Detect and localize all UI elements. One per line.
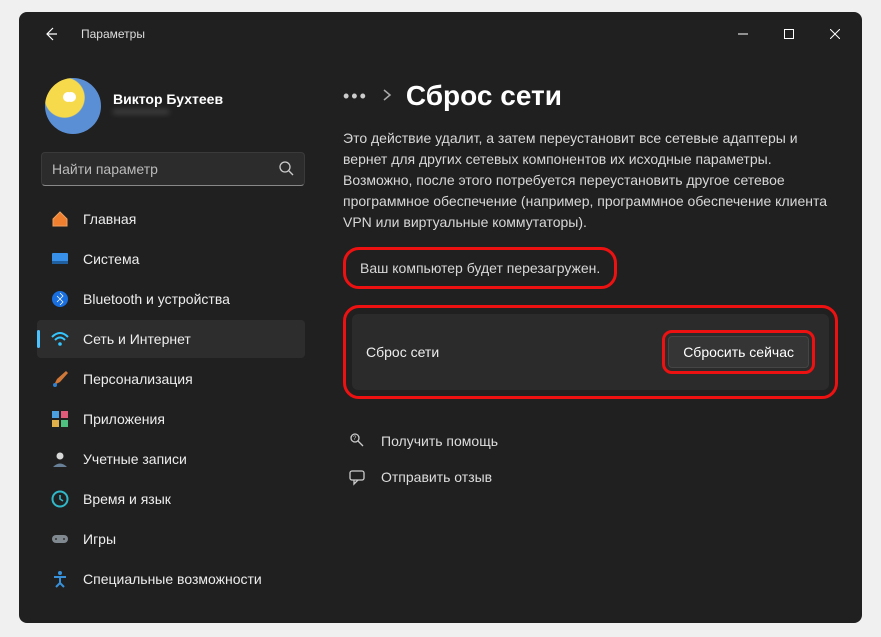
sidebar-item-apps[interactable]: Приложения xyxy=(37,400,305,438)
sidebar-item-label: Специальные возможности xyxy=(83,571,262,587)
close-button[interactable] xyxy=(812,18,858,50)
sidebar-item-gaming[interactable]: Игры xyxy=(37,520,305,558)
footer-link-label: Отправить отзыв xyxy=(381,469,492,485)
window-controls xyxy=(720,18,858,50)
bluetooth-icon xyxy=(51,290,69,308)
sidebar-item-label: Сеть и Интернет xyxy=(83,331,191,347)
sidebar-item-network[interactable]: Сеть и Интернет xyxy=(37,320,305,358)
settings-window: Параметры Виктор Бухтеев ************ xyxy=(19,12,862,623)
sidebar-item-label: Персонализация xyxy=(83,371,193,387)
sidebar-item-bluetooth[interactable]: Bluetooth и устройства xyxy=(37,280,305,318)
search-box[interactable] xyxy=(41,152,305,186)
window-title: Параметры xyxy=(81,27,145,41)
reset-button-highlight: Сбросить сейчас xyxy=(662,330,815,374)
maximize-icon xyxy=(784,29,794,39)
breadcrumb: ••• Сброс сети xyxy=(343,80,838,112)
arrow-left-icon xyxy=(43,26,59,42)
sidebar-item-label: Bluetooth и устройства xyxy=(83,291,230,307)
system-icon xyxy=(51,250,69,268)
chevron-right-icon xyxy=(382,88,392,104)
reset-now-button[interactable]: Сбросить сейчас xyxy=(668,336,809,368)
back-button[interactable] xyxy=(31,14,71,54)
apps-icon xyxy=(51,410,69,428)
minimize-button[interactable] xyxy=(720,18,766,50)
sidebar-item-label: Главная xyxy=(83,211,136,227)
breadcrumb-overflow-button[interactable]: ••• xyxy=(343,87,368,105)
profile-block[interactable]: Виктор Бухтеев ************ xyxy=(37,66,309,152)
nav-list: Главная Система Bluetooth и устройства С… xyxy=(37,200,309,598)
sidebar-item-home[interactable]: Главная xyxy=(37,200,305,238)
sidebar-item-system[interactable]: Система xyxy=(37,240,305,278)
minimize-icon xyxy=(738,29,748,39)
titlebar: Параметры xyxy=(19,12,862,56)
sidebar: Виктор Бухтеев ************ Главная Сист… xyxy=(19,56,319,623)
reset-card: Сброс сети Сбросить сейчас xyxy=(352,314,829,390)
help-icon: ? xyxy=(347,431,367,451)
sidebar-item-label: Система xyxy=(83,251,139,267)
description-text: Это действие удалит, а затем переустанов… xyxy=(343,128,838,233)
close-icon xyxy=(830,29,840,39)
restart-warning: Ваш компьютер будет перезагружен. xyxy=(343,247,617,289)
sidebar-item-label: Приложения xyxy=(83,411,165,427)
page-title: Сброс сети xyxy=(406,80,562,112)
sidebar-item-accessibility[interactable]: Специальные возможности xyxy=(37,560,305,598)
search-icon xyxy=(278,160,294,179)
sidebar-item-label: Игры xyxy=(83,531,116,547)
sidebar-item-label: Время и язык xyxy=(83,491,171,507)
sidebar-item-personalization[interactable]: Персонализация xyxy=(37,360,305,398)
content-pane: ••• Сброс сети Это действие удалит, а за… xyxy=(319,56,862,623)
gamepad-icon xyxy=(51,530,69,548)
person-icon xyxy=(51,450,69,468)
sidebar-item-label: Учетные записи xyxy=(83,451,187,467)
clock-icon xyxy=(51,490,69,508)
profile-email: ************ xyxy=(113,107,223,121)
get-help-link[interactable]: ? Получить помощь xyxy=(343,423,838,459)
profile-name: Виктор Бухтеев xyxy=(113,91,223,107)
footer-link-label: Получить помощь xyxy=(381,433,498,449)
sidebar-item-accounts[interactable]: Учетные записи xyxy=(37,440,305,478)
maximize-button[interactable] xyxy=(766,18,812,50)
sidebar-item-time-language[interactable]: Время и язык xyxy=(37,480,305,518)
accessibility-icon xyxy=(51,570,69,588)
feedback-link[interactable]: Отправить отзыв xyxy=(343,459,838,495)
wifi-icon xyxy=(51,330,69,348)
reset-card-label: Сброс сети xyxy=(366,344,439,360)
home-icon xyxy=(51,210,69,228)
reset-card-highlight: Сброс сети Сбросить сейчас xyxy=(343,305,838,399)
feedback-icon xyxy=(347,467,367,487)
avatar xyxy=(45,78,101,134)
search-input[interactable] xyxy=(52,161,278,177)
brush-icon xyxy=(51,370,69,388)
